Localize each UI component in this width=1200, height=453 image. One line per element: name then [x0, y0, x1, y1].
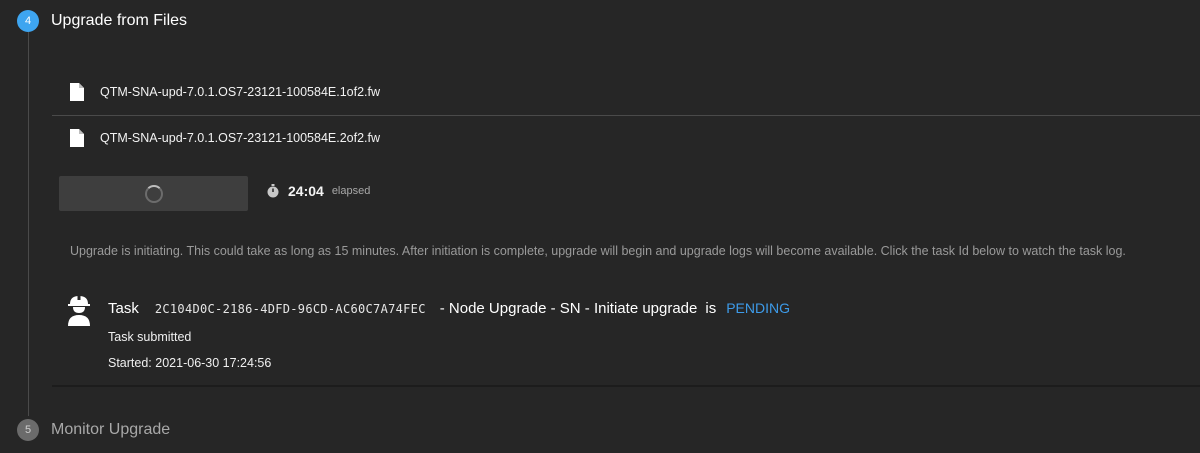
step-4-header[interactable]: 4 Upgrade from Files	[17, 10, 187, 32]
elapsed-label: elapsed	[331, 185, 371, 197]
file-name-1: QTM-SNA-upd-7.0.1.OS7-23121-100584E.1of2…	[100, 85, 381, 99]
task-started-label: Started:	[108, 356, 152, 370]
loading-spinner-icon	[144, 184, 163, 203]
step-5-header[interactable]: 5 Monitor Upgrade	[17, 419, 170, 441]
worker-icon	[68, 295, 90, 326]
step-5-title: Monitor Upgrade	[51, 421, 171, 438]
file-icon	[70, 129, 84, 147]
stepper-rail	[28, 32, 29, 416]
task-summary-line: Task 2C104D0C-2186-4DFD-96CD-AC60C7A74FE…	[108, 300, 790, 317]
task-submitted-text: Task submitted	[108, 330, 192, 344]
elapsed-time: 24:04	[288, 183, 324, 199]
elapsed-timer: 24:04 elapsed	[266, 183, 370, 199]
file-row-2: QTM-SNA-upd-7.0.1.OS7-23121-100584E.2of2…	[52, 116, 1200, 160]
task-started-row: Started: 2021-06-30 17:24:56	[108, 356, 271, 370]
upgrade-info-message: Upgrade is initiating. This could take a…	[70, 244, 1126, 258]
file-name-2: QTM-SNA-upd-7.0.1.OS7-23121-100584E.2of2…	[100, 131, 381, 145]
task-label: Task	[108, 300, 139, 317]
stopwatch-icon	[267, 184, 279, 198]
task-status-badge: PENDING	[726, 300, 791, 316]
step-5-number: 5	[17, 419, 39, 441]
task-is-word: is	[705, 300, 717, 317]
file-icon	[70, 83, 84, 101]
progress-indicator	[59, 176, 248, 211]
section-divider	[52, 385, 1200, 387]
file-row-1: QTM-SNA-upd-7.0.1.OS7-23121-100584E.1of2…	[52, 70, 1200, 114]
step-4-title: Upgrade from Files	[51, 12, 188, 29]
step-4-number: 4	[17, 10, 39, 32]
task-started-value: 2021-06-30 17:24:56	[155, 356, 272, 370]
task-id-link[interactable]: 2C104D0C-2186-4DFD-96CD-AC60C7A74FEC	[155, 302, 426, 316]
task-description: - Node Upgrade - SN - Initiate upgrade	[439, 300, 698, 317]
upgrade-page: 4 Upgrade from Files QTM-SNA-upd-7.0.1.O…	[0, 0, 1200, 453]
